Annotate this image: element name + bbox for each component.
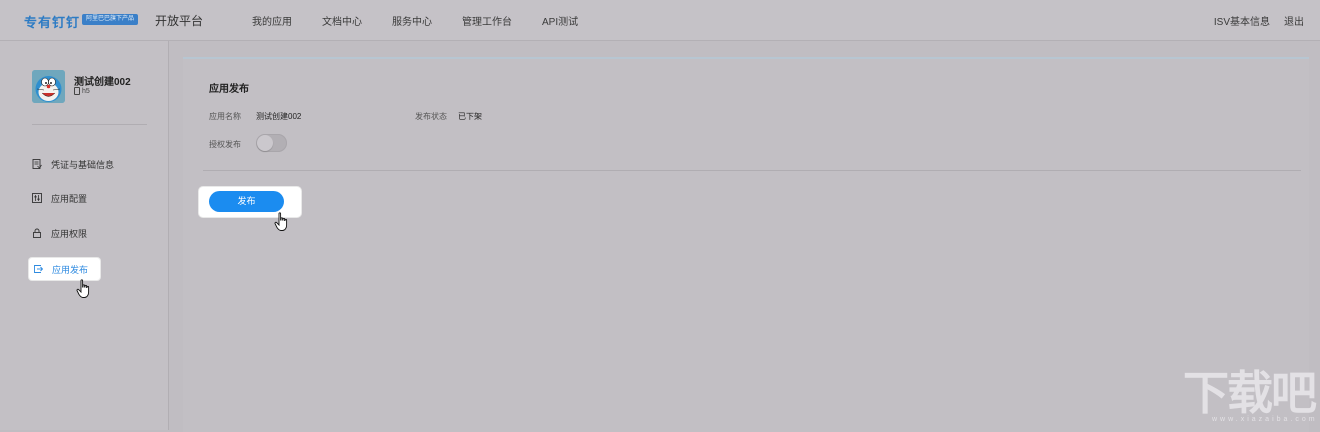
mobile-icon	[74, 87, 80, 95]
nav-admin-console[interactable]: 管理工作台	[462, 13, 512, 28]
content-divider	[203, 170, 1301, 171]
account-links: ISV基本信息 退出	[1200, 13, 1304, 28]
hand-cursor-icon	[274, 212, 288, 231]
sidebar-item-config[interactable]: 应用配置	[32, 188, 87, 208]
sidebar-item-credentials[interactable]: 凭证与基础信息	[32, 154, 114, 174]
sidebar-item-publish[interactable]: 应用发布	[29, 258, 100, 280]
main-nav: 我的应用 文档中心 服务中心 管理工作台 API测试	[252, 13, 608, 28]
watermark: 下载吧	[1183, 367, 1317, 419]
lock-icon	[32, 228, 42, 238]
toggle-knob	[257, 135, 273, 151]
publish-button[interactable]: 发布	[209, 191, 284, 212]
auth-publish-toggle[interactable]	[256, 134, 287, 152]
app-avatar	[32, 70, 65, 103]
watermark-url: www.xiazaiba.com	[1212, 416, 1318, 423]
sidebar-item-permissions[interactable]: 应用权限	[32, 223, 87, 243]
credential-icon	[32, 159, 42, 169]
sidebar-item-label: 应用配置	[51, 193, 88, 204]
publish-status-value: 已下架	[458, 112, 482, 121]
top-navigation-bar: 专有钉钉 阿里巴巴旗下产品 开放平台 我的应用 文档中心 服务中心 管理工作台 …	[0, 0, 1320, 41]
auth-publish-label: 授权发布	[209, 140, 241, 149]
sidebar-item-label: 应用权限	[51, 228, 88, 239]
nav-my-apps[interactable]: 我的应用	[252, 13, 292, 28]
nav-api-test[interactable]: API测试	[542, 13, 578, 28]
sidebar-divider	[32, 124, 147, 125]
publish-status-label: 发布状态	[415, 112, 447, 121]
platform-title: 开放平台	[155, 14, 204, 28]
doraemon-avatar-icon	[32, 70, 65, 103]
logout-link[interactable]: 退出	[1284, 13, 1304, 28]
hand-cursor-icon	[76, 279, 90, 298]
brand-logo[interactable]: 专有钉钉	[24, 12, 80, 31]
nav-service[interactable]: 服务中心	[392, 13, 432, 28]
config-icon	[32, 193, 42, 203]
isv-info-link[interactable]: ISV基本信息	[1214, 13, 1270, 28]
app-name-value: 测试创建002	[256, 112, 302, 121]
nav-docs[interactable]: 文档中心	[322, 13, 362, 28]
app-name: 测试创建002	[74, 77, 131, 88]
publish-icon	[33, 264, 43, 274]
sidebar-item-label: 凭证与基础信息	[51, 159, 115, 170]
brand-badge: 阿里巴巴旗下产品	[82, 14, 139, 25]
sidebar-item-label: 应用发布	[52, 264, 89, 275]
section-title: 应用发布	[209, 84, 249, 95]
sidebar: 测试创建002 h5 凭证与基础信息 应用配置 应用权限 应用发布	[0, 41, 169, 430]
app-name-label: 应用名称	[209, 112, 241, 121]
app-type: h5	[74, 87, 90, 95]
main-panel: 应用发布 应用名称 测试创建002 发布状态 已下架 授权发布 发布	[183, 57, 1309, 432]
app-type-label: h5	[82, 87, 90, 95]
